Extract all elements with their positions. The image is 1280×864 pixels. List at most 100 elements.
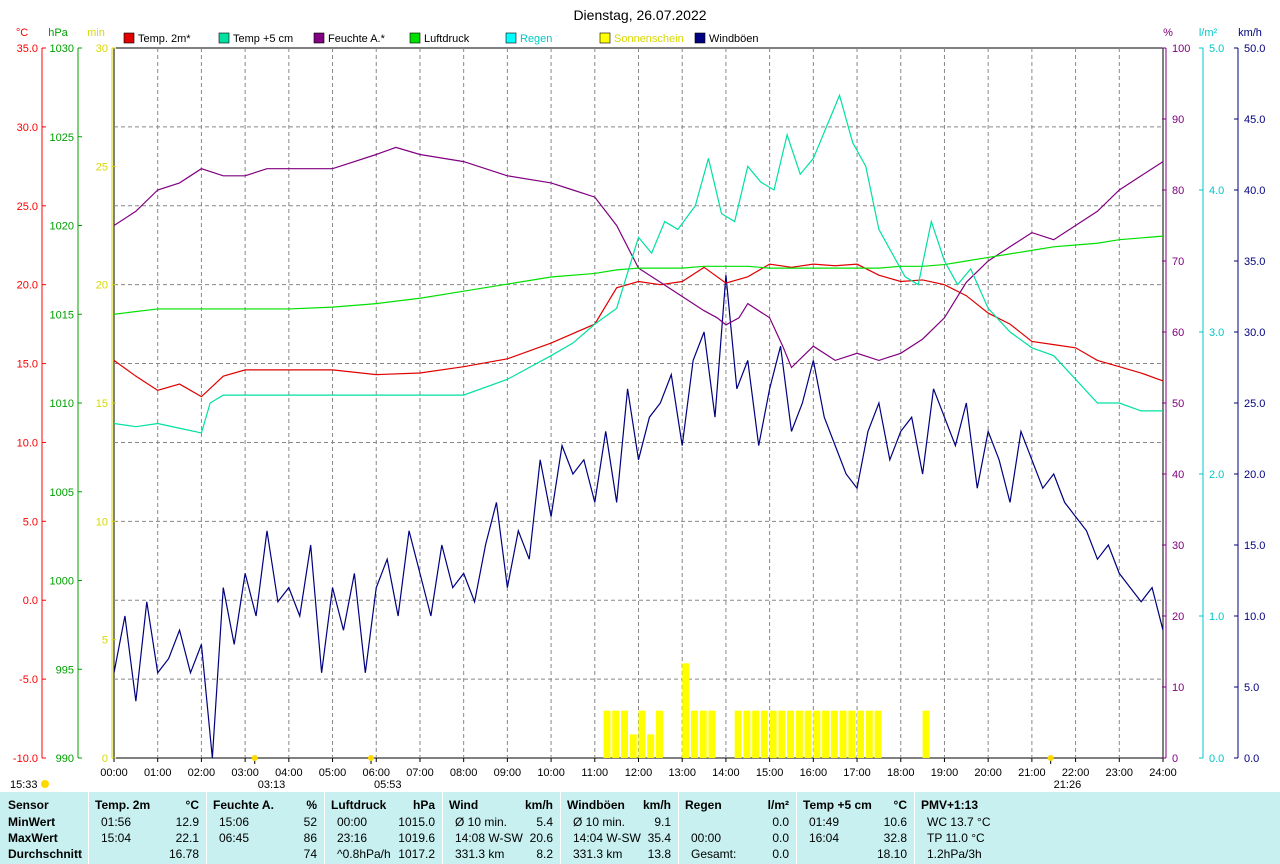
sunshine-bar [603,710,611,758]
table-cell-label: 1.2hPa/3h [927,847,982,861]
legend-swatch [599,32,611,44]
sunshine-bar [655,710,663,758]
sunshine-bar [629,734,637,758]
x-tick-label: 18:00 [887,767,915,779]
x-tick-label: 09:00 [494,767,522,779]
rain-tick-label: 3.0 [1209,327,1224,339]
table-col-1: Feuchte A.% 15:06 52 06:45 86 74 [206,792,325,864]
table-cell-label: Gesamt: [691,847,737,861]
sunshine-bar [621,710,629,758]
x-tick-label: 05:00 [319,767,347,779]
marker-time-label: 05:53 [374,779,402,791]
legend-label: Windböen [709,33,759,45]
table-cell-value: 1017.2 [398,847,435,861]
x-tick-label: 20:00 [974,767,1002,779]
humidity-tick-label: 80 [1172,185,1184,197]
wind-tick-label: 50.0 [1244,43,1265,55]
humidity-tick-label: 20 [1172,611,1184,623]
table-col-6: Temp +5 cm °C 01:49 10.6 16:04 32.8 18.10 [796,792,915,864]
sunshine-bar [830,710,838,758]
x-tick-label: 12:00 [625,767,653,779]
table-cell-label: 331.3 km [573,847,623,861]
table-col-unit: hPa [412,798,435,812]
wind-tick-label: 15.0 [1244,540,1265,552]
humidity-tick-label: 40 [1172,469,1184,481]
table-cell-value: 86 [303,831,317,845]
sunshine-tick-label: 20 [96,280,108,292]
x-tick-label: 04:00 [275,767,303,779]
x-tick-label: 13:00 [668,767,696,779]
pressure-tick-label: 1020 [50,221,74,233]
unit-label: min [87,27,105,39]
sunshine-bar [690,710,698,758]
x-tick-label: 08:00 [450,767,478,779]
sunshine-bar [813,710,821,758]
sunshine-bar [795,710,803,758]
wind-tick-label: 0.0 [1244,753,1259,765]
rain-tick-label: 0.0 [1209,753,1224,765]
table-cell-value: 0.0 [772,815,789,829]
unit-label: km/h [1238,27,1262,39]
humidity-tick-label: 50 [1172,398,1184,410]
sunshine-tick-label: 25 [96,161,108,173]
x-axis: 00:00 01:00 02:00 03:00 04:00 05:00 06:00 07:00… [100,758,1177,779]
legend-swatch [694,32,706,44]
table-cell-value: 0.0 [772,831,789,845]
table-col-title: Luftdruck [331,798,387,812]
table-col-0: Temp. 2m °C 01:56 12.9 15:04 22.1 16.78 [88,792,207,864]
sunshine-tick-label: 15 [96,398,108,410]
humidity-tick-label: 10 [1172,682,1184,694]
temp-tick-label: 15.0 [17,359,38,371]
table-cell-label: 00:00 [691,831,722,845]
sunshine-tick-label: 10 [96,516,108,528]
x-tick-label: 17:00 [843,767,871,779]
humidity-tick-label: 60 [1172,327,1184,339]
table-cell-label: WC 13.7 °C [927,815,991,829]
legend-label: Temp +5 cm [233,33,293,45]
row-label-min: MinWert [8,815,56,829]
table-cell-value: 8.2 [536,847,553,861]
temp-tick-label: 0.0 [23,595,38,607]
summary-table: Sensor MinWert MaxWert Durchschnitt Temp… [0,792,1280,864]
humidity-tick-label: 70 [1172,256,1184,268]
sunshine-bar [734,710,742,758]
row-label-sensor: Sensor [8,798,49,812]
x-tick-label: 21:00 [1018,767,1046,779]
x-tick-label: 06:00 [362,767,390,779]
legend-label: Sonnenschein [614,33,684,45]
x-tick-label: 07:00 [406,767,434,779]
x-tick-label: 01:00 [144,767,172,779]
wind-tick-label: 40.0 [1244,185,1265,197]
table-cell-label: 331.3 km [455,847,505,861]
table-cell-label: 15:04 [101,831,132,845]
wind-tick-label: 10.0 [1244,611,1265,623]
x-tick-label: 16:00 [800,767,828,779]
left-axes: 35.0 30.0 25.0 20.0 15.0 10.0 5.0 0.0 -5.0 -10.0 1… [13,43,116,765]
x-tick-label: 14:00 [712,767,740,779]
table-cell-label: 23:16 [337,831,368,845]
x-tick-label: 00:00 [100,767,128,779]
temp-tick-label: 30.0 [17,122,38,134]
legend-label: Feuchte A.* [328,33,386,45]
legend-swatch [313,32,325,44]
table-cell-value: 12.9 [175,815,199,829]
x-tick-label: 22:00 [1062,767,1090,779]
table-cell-label: 14:04 W-SW [573,831,641,845]
sunshine-bar [760,710,768,758]
moon-icon [41,780,49,788]
table-col-unit: km/h [642,798,671,812]
table-cell-value: 5.4 [536,815,553,829]
table-cell-label: TP 11.0 °C [927,831,985,845]
table-col-title: Windböen [567,798,625,812]
marker-time-label: 03:13 [258,779,286,791]
wind-tick-label: 20.0 [1244,469,1265,481]
temp-tick-label: -5.0 [19,674,38,686]
sunshine-tick-label: 5 [102,635,108,647]
pressure-tick-label: 995 [56,664,74,676]
sunshine-bar [699,710,707,758]
legend-swatch [505,32,517,44]
sunshine-bar [922,710,930,758]
table-cell-value: 52 [303,815,317,829]
marker-time-label: 21:26 [1054,779,1082,791]
right-axes: 10090807060504030201005.04.03.02.01.00.0… [1162,43,1265,765]
